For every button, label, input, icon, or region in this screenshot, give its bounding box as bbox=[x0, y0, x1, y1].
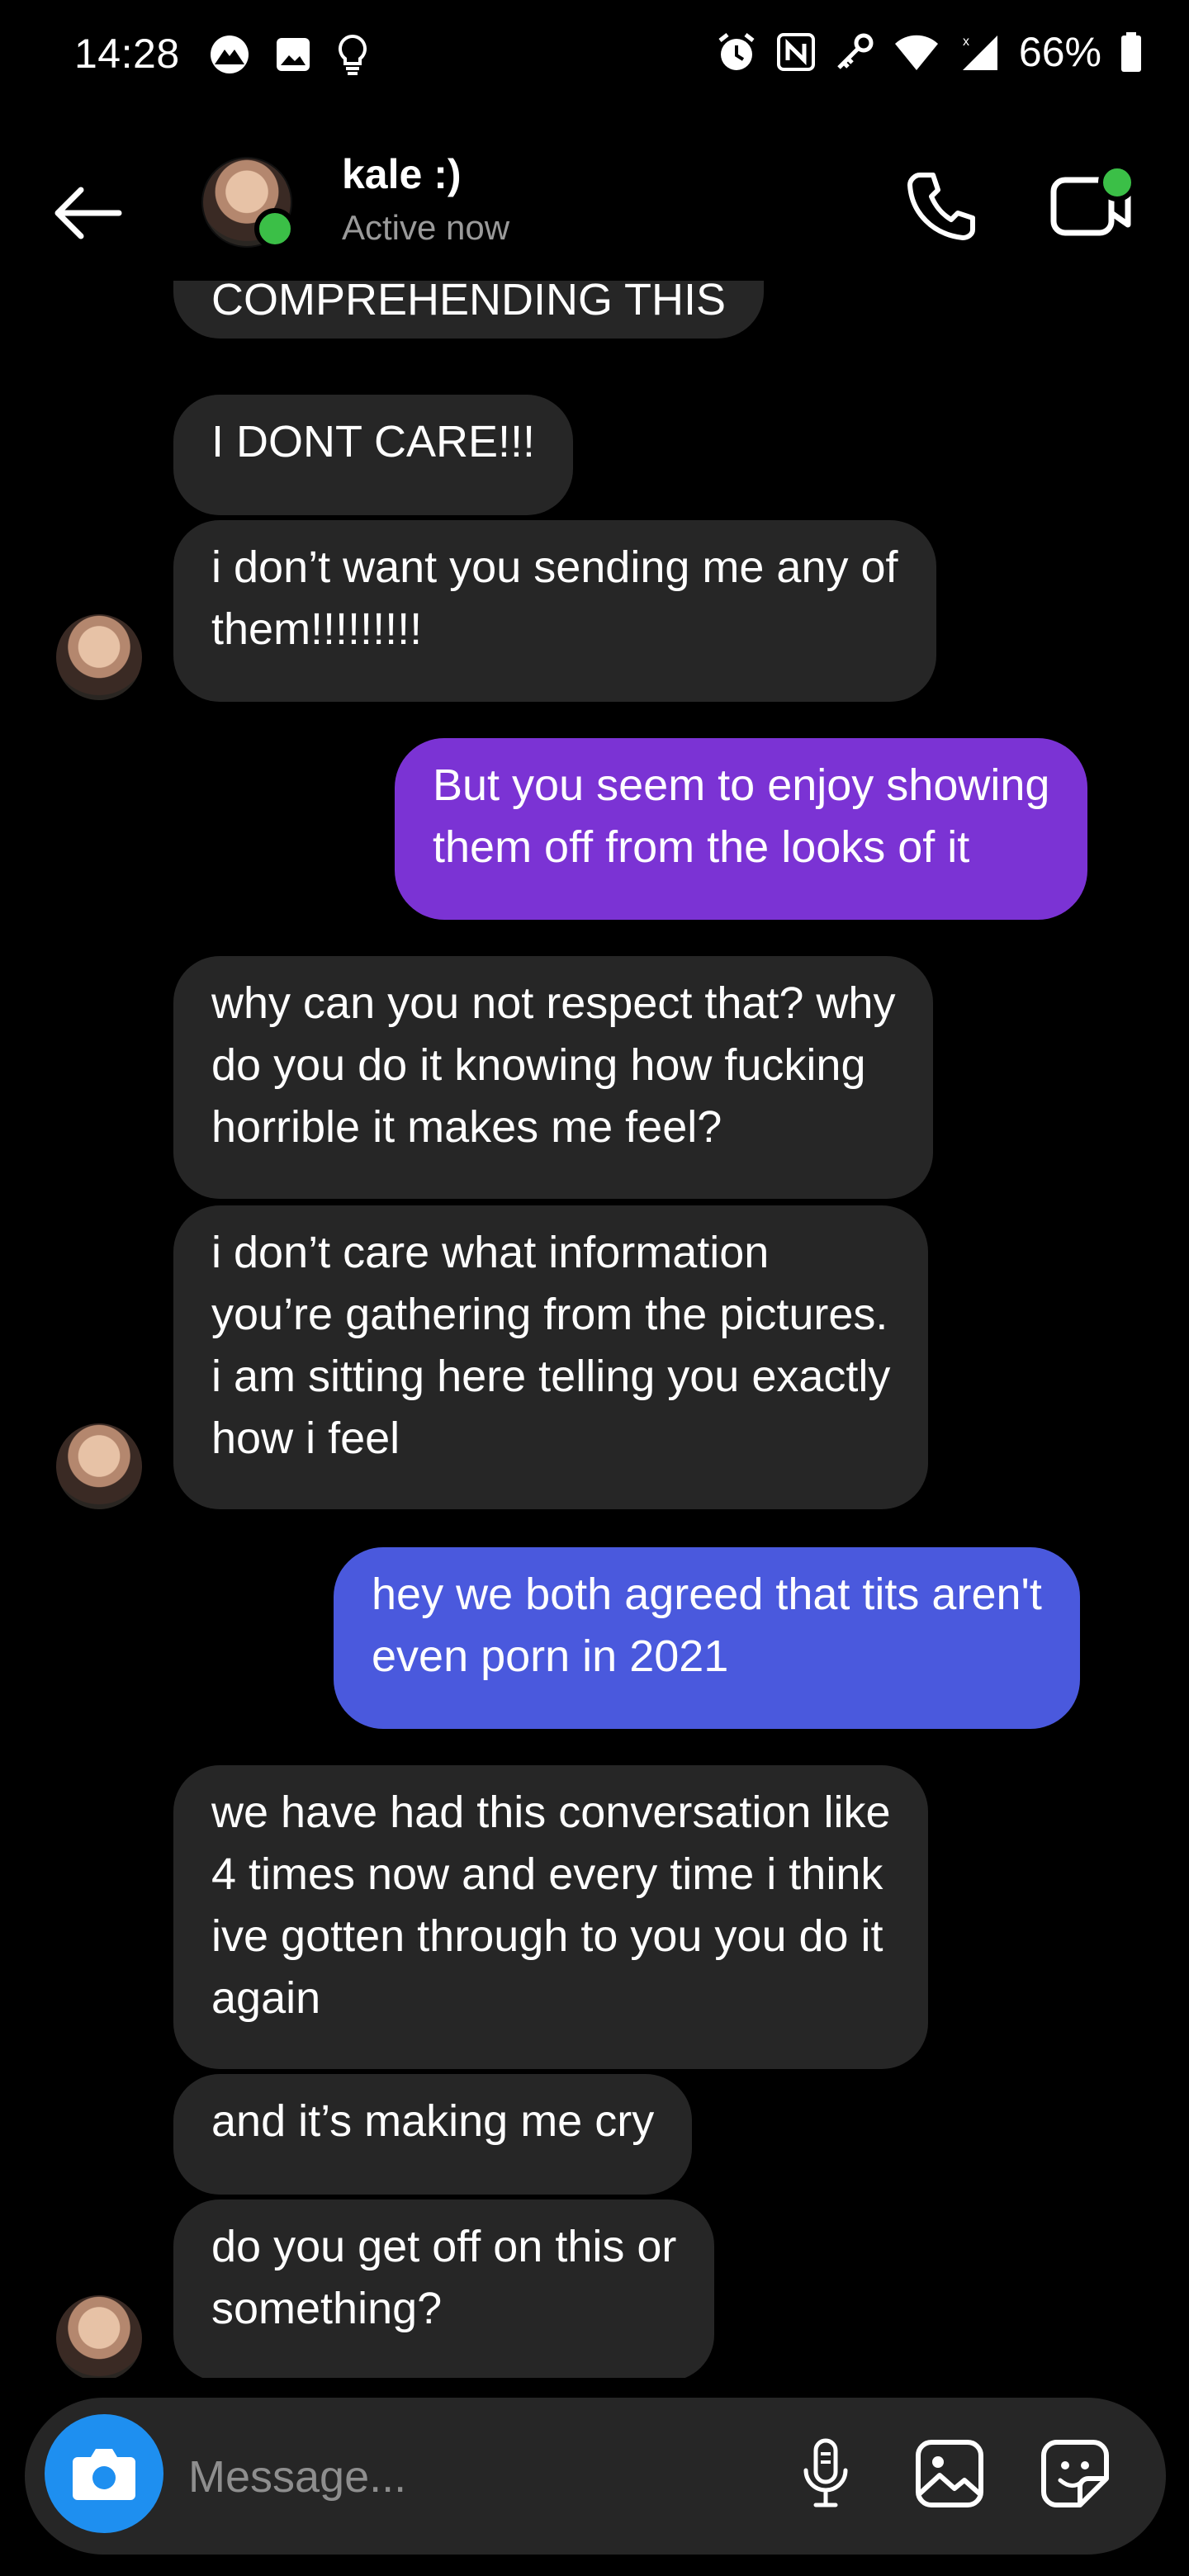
back-button[interactable] bbox=[46, 172, 129, 254]
message-bubble-outgoing[interactable]: But you seem to enjoy showing them off f… bbox=[395, 738, 1088, 920]
camera-button[interactable] bbox=[45, 2414, 163, 2533]
message-bubble-incoming[interactable]: we have had this conversation like 4 tim… bbox=[173, 1765, 929, 2069]
message-text: and it’s making me cry bbox=[211, 2096, 655, 2146]
message-text-line: i don’t want you sending me any of bbox=[211, 542, 898, 592]
message-text-line: hey we both agreed that tits aren't bbox=[372, 1570, 1042, 1619]
message-text-line: ive gotten through to you you do it bbox=[211, 1911, 883, 1961]
contact-status: Active now bbox=[342, 208, 510, 247]
sender-avatar[interactable] bbox=[56, 614, 142, 700]
microphone-icon bbox=[803, 2438, 848, 2507]
message-text-line: i am sitting here telling you exactly bbox=[211, 1352, 891, 1401]
message-text-line: how i feel bbox=[211, 1413, 400, 1463]
message-composer bbox=[25, 2398, 1166, 2555]
message-text-line: something? bbox=[211, 2284, 443, 2333]
phone-icon bbox=[907, 173, 975, 240]
message-input[interactable] bbox=[187, 2431, 784, 2523]
status-left-icons bbox=[208, 33, 370, 76]
message-text-line: 4 times now and every time i think bbox=[211, 1849, 883, 1899]
sender-avatar[interactable] bbox=[56, 2295, 142, 2378]
message-text: I DONT CARE!!! bbox=[211, 417, 536, 466]
message-text-line: i don’t care what information bbox=[211, 1228, 770, 1277]
camera-icon bbox=[73, 2449, 135, 2500]
video-call-button[interactable] bbox=[1045, 163, 1136, 246]
image-icon bbox=[916, 2440, 983, 2507]
message-text-line: do you do it knowing how fucking bbox=[211, 1040, 866, 1090]
signal-icon: x bbox=[962, 35, 997, 70]
message-bubble-incoming[interactable]: i don’t care what information you’re gat… bbox=[173, 1205, 929, 1509]
online-indicator bbox=[254, 208, 296, 249]
contact-name[interactable]: kale :) bbox=[342, 150, 462, 198]
wifi-icon bbox=[894, 35, 938, 70]
message-bubble-incoming[interactable]: i don’t want you sending me any of them!… bbox=[173, 520, 936, 702]
message-text-line: them off from the looks of it bbox=[433, 822, 970, 872]
lightbulb-icon bbox=[339, 34, 367, 75]
message-text-line: we have had this conversation like bbox=[211, 1788, 891, 1837]
message-bubble-outgoing[interactable]: hey we both agreed that tits aren't even… bbox=[334, 1547, 1080, 1729]
video-active-dot bbox=[1098, 163, 1136, 201]
sticker-button[interactable] bbox=[1034, 2432, 1116, 2515]
message-thread[interactable]: COMPREHENDING THIS I DONT CARE!!! i don’… bbox=[0, 281, 1189, 2378]
status-right: x 66% bbox=[715, 28, 1143, 76]
message-text: COMPREHENDING THIS bbox=[211, 281, 727, 324]
message-text-line: horrible it makes me feel? bbox=[211, 1102, 722, 1152]
svg-text:x: x bbox=[963, 35, 969, 49]
alarm-icon bbox=[718, 33, 755, 70]
sticker-icon bbox=[1041, 2440, 1109, 2507]
message-text-line: But you seem to enjoy showing bbox=[433, 760, 1050, 810]
message-text-line: you’re gathering from the pictures. bbox=[211, 1290, 888, 1339]
audio-call-button[interactable] bbox=[900, 163, 983, 246]
message-text-line: again bbox=[211, 1973, 321, 2023]
contact-avatar-button[interactable] bbox=[201, 157, 296, 249]
back-arrow-icon bbox=[54, 187, 122, 239]
battery-icon bbox=[1121, 32, 1141, 72]
message-text-line: do you get off on this or bbox=[211, 2222, 677, 2271]
message-bubble-incoming[interactable]: I DONT CARE!!! bbox=[173, 395, 574, 515]
voice-message-button[interactable] bbox=[784, 2432, 867, 2515]
chat-header: kale :) Active now bbox=[0, 132, 1189, 281]
status-time: 14:28 bbox=[74, 31, 180, 77]
message-bubble-incoming[interactable]: why can you not respect that? why do you… bbox=[173, 956, 934, 1199]
message-text-line: them!!!!!!!!! bbox=[211, 604, 423, 654]
message-bubble-incoming[interactable]: and it’s making me cry bbox=[173, 2074, 693, 2195]
gallery-button[interactable] bbox=[908, 2432, 991, 2515]
message-bubble-incoming[interactable]: COMPREHENDING THIS bbox=[173, 281, 765, 339]
message-text-line: why can you not respect that? why bbox=[211, 978, 896, 1028]
message-bubble-incoming[interactable]: do you get off on this or something? bbox=[173, 2200, 715, 2378]
nfc-icon bbox=[776, 33, 815, 71]
battery-percent: 66% bbox=[1018, 29, 1101, 75]
sender-avatar[interactable] bbox=[56, 1423, 142, 1509]
key-icon bbox=[837, 33, 874, 69]
status-bar: 14:28 x 66% bbox=[0, 0, 1189, 112]
gallery-icon bbox=[277, 38, 310, 71]
app-notification-icon bbox=[211, 36, 249, 73]
message-text-line: even porn in 2021 bbox=[372, 1631, 729, 1681]
